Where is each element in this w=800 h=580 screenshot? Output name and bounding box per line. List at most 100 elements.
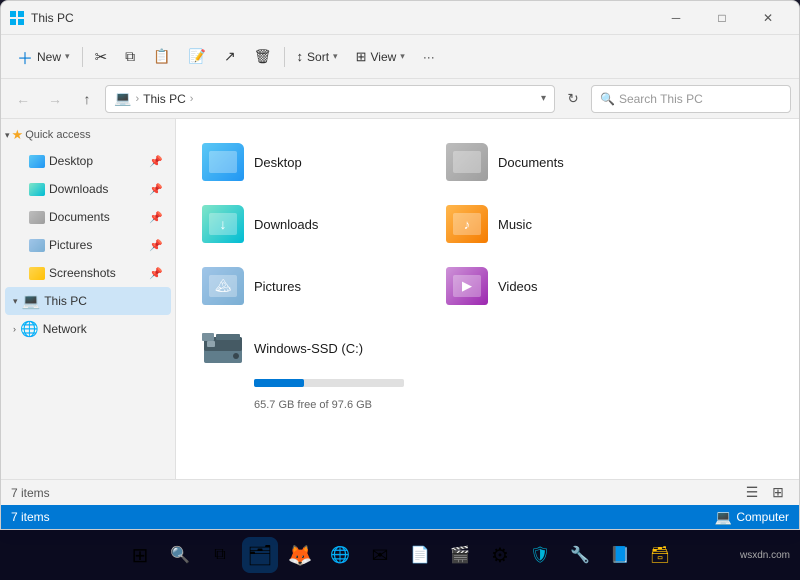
quick-access-header[interactable]: ▾ ★ Quick access [1, 123, 175, 147]
taskbar-vlc-icon[interactable]: 🎬 [442, 537, 478, 573]
quick-access-expand-icon: ▾ [5, 130, 10, 141]
cut-icon: ✂ [95, 48, 108, 66]
quick-access-star-icon: ★ [12, 127, 24, 143]
taskbar-edge-icon[interactable]: 🌐 [322, 537, 358, 573]
documents-folder-icon [29, 211, 45, 224]
address-bar: ← → ↑ 💻 › This PC › ▾ ↻ 🔍 Search This PC [1, 79, 799, 119]
sort-button[interactable]: ↕ Sort ▾ [289, 41, 346, 73]
address-path[interactable]: 💻 › This PC › ▾ [105, 85, 555, 113]
sidebar-item-thispc[interactable]: ▾ 💻 This PC [5, 287, 171, 315]
rename-button[interactable]: 📝 [181, 41, 214, 73]
file-item-videos[interactable]: ▶ Videos [436, 259, 672, 313]
pictures-pin-icon: 📌 [149, 239, 163, 252]
file-item-drive-c[interactable]: Windows-SSD (C:) 65.7 GB free of 97.6 GB [192, 321, 428, 419]
maximize-button[interactable]: □ [699, 1, 745, 35]
window-icon [9, 10, 25, 26]
items-count: 7 items [11, 486, 50, 500]
thispc-expand-icon: ▾ [13, 296, 18, 307]
taskbar-mail-icon[interactable]: ✉ [362, 537, 398, 573]
sort-chevron-icon: ▾ [333, 51, 338, 62]
desktop-icon [202, 143, 244, 181]
sort-label: Sort [307, 50, 329, 64]
paste-button[interactable]: 📋 [145, 41, 178, 73]
close-button[interactable]: ✕ [745, 1, 791, 35]
share-icon: ↗ [224, 48, 236, 65]
sidebar-screenshots-label: Screenshots [49, 266, 116, 280]
copy-button[interactable]: ⧉ [117, 41, 143, 73]
toolbar: ＋ New ▾ ✂ ⧉ 📋 📝 ↗ 🗑 ↕ Sort ▾ ⊞ [1, 35, 799, 79]
drive-bar-container [254, 379, 404, 387]
sort-icon: ↕ [297, 49, 304, 64]
taskbar-word-icon[interactable]: 📘 [602, 537, 638, 573]
downloads-folder-icon [29, 183, 45, 196]
desktop-pin-icon: 📌 [149, 155, 163, 168]
sidebar-desktop-label: Desktop [49, 154, 93, 168]
path-dropdown-icon[interactable]: ▾ [541, 93, 546, 104]
file-item-music[interactable]: ♪ Music [436, 197, 672, 251]
new-chevron-icon: ▾ [65, 51, 70, 62]
list-view-toggle[interactable]: ☰ [741, 482, 763, 504]
up-button[interactable]: ↑ [73, 85, 101, 113]
sidebar-item-pictures[interactable]: Pictures 📌 [5, 231, 171, 259]
sidebar-item-documents[interactable]: Documents 📌 [5, 203, 171, 231]
sidebar-item-downloads[interactable]: Downloads 📌 [5, 175, 171, 203]
window-title: This PC [31, 11, 653, 25]
toolbar-separator-2 [284, 47, 285, 67]
view-button[interactable]: ⊞ View ▾ [348, 41, 413, 73]
share-button[interactable]: ↗ [216, 41, 244, 73]
network-expand-icon: › [13, 324, 16, 334]
drive-info: 65.7 GB free of 97.6 GB [254, 399, 372, 411]
downloads-pin-icon: 📌 [149, 183, 163, 196]
minimize-button[interactable]: ─ [653, 1, 699, 35]
file-item-pictures[interactable]: 🏔 Pictures [192, 259, 428, 313]
search-box[interactable]: 🔍 Search This PC [591, 85, 791, 113]
path-separator-1: › [135, 93, 139, 105]
file-item-desktop[interactable]: Desktop [192, 135, 428, 189]
new-label: New [37, 50, 61, 64]
rename-icon: 📝 [189, 48, 206, 65]
taskbar-tool-icon[interactable]: 🔧 [562, 537, 598, 573]
taskbar-office-icon[interactable]: 📄 [402, 537, 438, 573]
taskbar-firefox-icon[interactable]: 🦊 [282, 537, 318, 573]
taskbar-defender-icon[interactable]: 🛡 [522, 537, 558, 573]
pictures-icon: 🏔 [202, 267, 244, 305]
videos-icon: ▶ [446, 267, 488, 305]
delete-button[interactable]: 🗑 [246, 41, 280, 73]
title-bar: This PC ─ □ ✕ [1, 1, 799, 35]
forward-button[interactable]: → [41, 85, 69, 113]
refresh-button[interactable]: ↻ [559, 85, 587, 113]
sidebar-item-screenshots[interactable]: Screenshots 📌 [5, 259, 171, 287]
bottom-items-count: 7 items [11, 510, 50, 524]
quick-access-label: Quick access [25, 129, 90, 141]
view-label: View [370, 50, 396, 64]
taskbar-files-icon[interactable]: 🗂 [242, 537, 278, 573]
cut-button[interactable]: ✂ [87, 41, 116, 73]
videos-label: Videos [498, 279, 538, 294]
taskbar-right-area: wsxdn.com [740, 550, 790, 561]
file-item-downloads[interactable]: ↓ Downloads [192, 197, 428, 251]
grid-view-toggle[interactable]: ⊞ [767, 482, 789, 504]
taskbar-search-icon[interactable]: 🔍 [162, 537, 198, 573]
taskbar-taskview-icon[interactable]: ⧉ [202, 537, 238, 573]
taskbar-settings-icon[interactable]: ⚙ [482, 537, 518, 573]
back-button[interactable]: ← [9, 85, 37, 113]
bottom-status-bar: 7 items 💻 Computer [1, 505, 799, 529]
sidebar-network-label: Network [43, 322, 87, 336]
music-icon: ♪ [446, 205, 488, 243]
sidebar-downloads-label: Downloads [49, 182, 108, 196]
file-item-documents[interactable]: Documents [436, 135, 672, 189]
sidebar-thispc-label: This PC [44, 294, 87, 308]
drive-header: Windows-SSD (C:) [202, 329, 363, 367]
sidebar-item-network[interactable]: › 🌐 Network [5, 315, 171, 343]
file-explorer-window: This PC ─ □ ✕ ＋ New ▾ ✂ ⧉ 📋 📝 ↗ 🗑 [0, 0, 800, 530]
sidebar-item-desktop[interactable]: Desktop 📌 [5, 147, 171, 175]
path-computer-icon: 💻 [114, 90, 131, 107]
music-label: Music [498, 217, 532, 232]
more-button[interactable]: ··· [415, 41, 443, 73]
taskbar-start-button[interactable]: ⊞ [122, 537, 158, 573]
desktop-folder-icon [29, 155, 45, 168]
new-icon: ＋ [17, 45, 33, 69]
copy-icon: ⧉ [125, 48, 135, 65]
new-button[interactable]: ＋ New ▾ [9, 41, 78, 73]
taskbar-folder2-icon[interactable]: 🗃 [642, 537, 678, 573]
